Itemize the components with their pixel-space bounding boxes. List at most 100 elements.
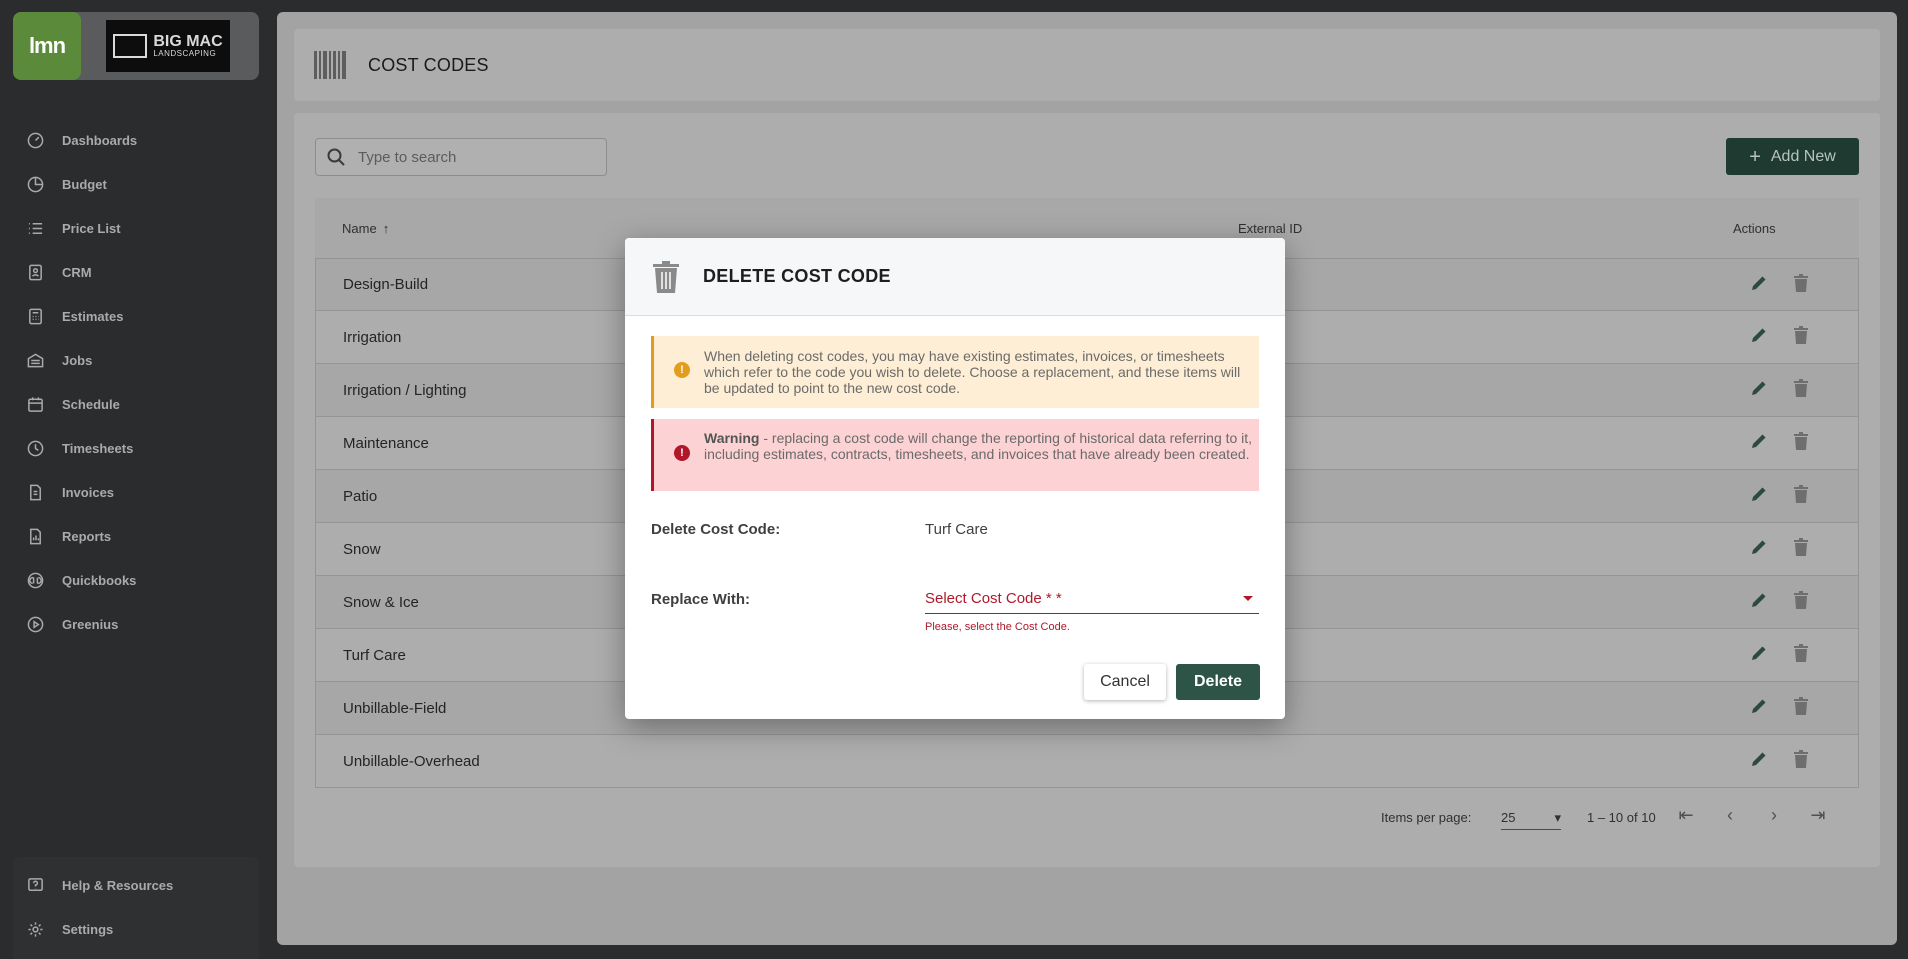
column-header-actions: Actions <box>1733 220 1776 236</box>
delete-icon[interactable] <box>1790 589 1812 615</box>
warning-alert-text: Warning - replacing a cost code will cha… <box>704 430 1259 462</box>
paginator: Items per page: 25 ▾ 1 – 10 of 10 ⇤ ‹ › … <box>315 798 1859 838</box>
edit-icon[interactable] <box>1748 642 1770 668</box>
row-actions <box>1748 377 1812 403</box>
delete-icon[interactable] <box>1790 272 1812 298</box>
delete-cost-code-label: Delete Cost Code: <box>651 521 781 538</box>
lmn-logo[interactable]: lmn <box>13 12 81 80</box>
delete-button[interactable]: Delete <box>1176 664 1260 700</box>
sidebar-item-timesheets[interactable]: Timesheets <box>0 426 270 470</box>
row-actions <box>1748 589 1812 615</box>
plus-icon: + <box>1749 145 1761 168</box>
sidebar-item-price-list[interactable]: Price List <box>0 206 270 250</box>
play-circle-icon <box>26 615 44 633</box>
delete-icon[interactable] <box>1790 377 1812 403</box>
sidebar-item-label: Estimates <box>62 308 124 324</box>
sidebar-item-invoices[interactable]: Invoices <box>0 470 270 514</box>
edit-icon[interactable] <box>1748 695 1770 721</box>
chevron-down-icon: ▾ <box>1554 810 1561 825</box>
edit-icon[interactable] <box>1748 589 1770 615</box>
sidebar-item-label: Price List <box>62 220 121 236</box>
sidebar-item-schedule[interactable]: Schedule <box>0 382 270 426</box>
sidebar-item-label: Dashboards <box>62 132 138 148</box>
delete-icon[interactable] <box>1790 536 1812 562</box>
previous-page-icon[interactable]: ‹ <box>1719 804 1741 826</box>
sidebar-item-quickbooks[interactable]: Quickbooks <box>0 558 270 602</box>
sidebar-item-estimates[interactable]: Estimates <box>0 294 270 338</box>
search-input[interactable] <box>358 148 598 166</box>
cancel-button[interactable]: Cancel <box>1084 664 1166 700</box>
report-icon <box>26 527 44 545</box>
info-alert: ! When deleting cost codes, you may have… <box>651 336 1259 408</box>
cost-code-name: Unbillable-Overhead <box>343 752 480 770</box>
page-title: COST CODES <box>368 54 489 75</box>
delete-icon[interactable] <box>1790 642 1812 668</box>
sidebar-item-greenius[interactable]: Greenius <box>0 602 270 646</box>
delete-icon[interactable] <box>1790 748 1812 774</box>
next-page-icon[interactable]: › <box>1763 804 1785 826</box>
edit-icon[interactable] <box>1748 536 1770 562</box>
trash-icon <box>653 260 679 293</box>
sidebar-item-label: Greenius <box>62 616 119 632</box>
company-logo: BIG MAC LANDSCAPING <box>106 20 230 72</box>
calendar-icon <box>26 395 44 413</box>
sidebar-item-label: Quickbooks <box>62 572 137 588</box>
cost-code-name: Patio <box>343 487 378 505</box>
delete-icon[interactable] <box>1790 430 1812 456</box>
row-actions <box>1748 272 1812 298</box>
delete-icon[interactable] <box>1790 695 1812 721</box>
edit-icon[interactable] <box>1748 430 1770 456</box>
first-page-icon[interactable]: ⇤ <box>1675 804 1697 826</box>
validation-error: Please, select the Cost Code. <box>925 621 1070 633</box>
contact-card-icon <box>26 263 44 281</box>
row-actions <box>1748 483 1812 509</box>
sidebar-item-reports[interactable]: Reports <box>0 514 270 558</box>
page-header: COST CODES <box>294 29 1880 101</box>
cost-code-name: Irrigation / Lighting <box>343 381 467 399</box>
company-logo-mark <box>113 34 148 58</box>
search-icon <box>327 148 345 166</box>
row-actions <box>1748 430 1812 456</box>
sidebar-item-label: Budget <box>62 176 107 192</box>
gear-icon <box>26 920 44 938</box>
delete-cost-code-value: Turf Care <box>925 521 988 538</box>
edit-icon[interactable] <box>1748 483 1770 509</box>
replace-cost-code-select[interactable]: Select Cost Code * * <box>925 584 1259 614</box>
info-alert-text: When deleting cost codes, you may have e… <box>704 348 1241 396</box>
edit-icon[interactable] <box>1748 748 1770 774</box>
items-per-page-select[interactable]: 25 ▾ <box>1501 810 1561 830</box>
sidebar-item-help[interactable]: Help & Resources <box>13 863 259 907</box>
help-icon <box>26 876 44 894</box>
sidebar-item-settings[interactable]: Settings <box>13 907 259 951</box>
info-icon: ! <box>674 362 690 378</box>
sidebar-item-label: Settings <box>62 921 114 937</box>
add-new-button[interactable]: + Add New <box>1726 138 1859 175</box>
sidebar-item-dashboards[interactable]: Dashboards <box>0 118 270 162</box>
column-header-name[interactable]: Name ↑ <box>342 221 389 236</box>
sidebar-item-label: Schedule <box>62 396 120 412</box>
sidebar-item-jobs[interactable]: Jobs <box>0 338 270 382</box>
row-actions <box>1748 748 1812 774</box>
search-box[interactable] <box>315 138 607 176</box>
delete-cost-code-dialog: DELETE COST CODE ! When deleting cost co… <box>625 238 1285 719</box>
dialog-header: DELETE COST CODE <box>625 238 1285 316</box>
items-per-page-value: 25 <box>1501 810 1516 825</box>
delete-icon[interactable] <box>1790 483 1812 509</box>
dialog-title: DELETE COST CODE <box>703 266 891 286</box>
edit-icon[interactable] <box>1748 272 1770 298</box>
table-row[interactable]: Unbillable-Overhead <box>315 735 1859 788</box>
sidebar: lmn BIG MAC LANDSCAPING Dashboards Budge… <box>0 0 270 959</box>
edit-icon[interactable] <box>1748 377 1770 403</box>
sort-ascending-icon: ↑ <box>382 220 390 236</box>
barcode-icon <box>314 51 346 79</box>
row-actions <box>1748 695 1812 721</box>
pie-chart-icon <box>26 175 44 193</box>
sidebar-item-crm[interactable]: CRM <box>0 250 270 294</box>
quickbooks-icon <box>26 571 44 589</box>
last-page-icon[interactable]: ⇥ <box>1807 804 1829 826</box>
delete-icon[interactable] <box>1790 324 1812 350</box>
column-header-external-id[interactable]: External ID <box>1238 221 1302 236</box>
edit-icon[interactable] <box>1748 324 1770 350</box>
cost-code-name: Snow & Ice <box>343 593 419 611</box>
sidebar-item-budget[interactable]: Budget <box>0 162 270 206</box>
